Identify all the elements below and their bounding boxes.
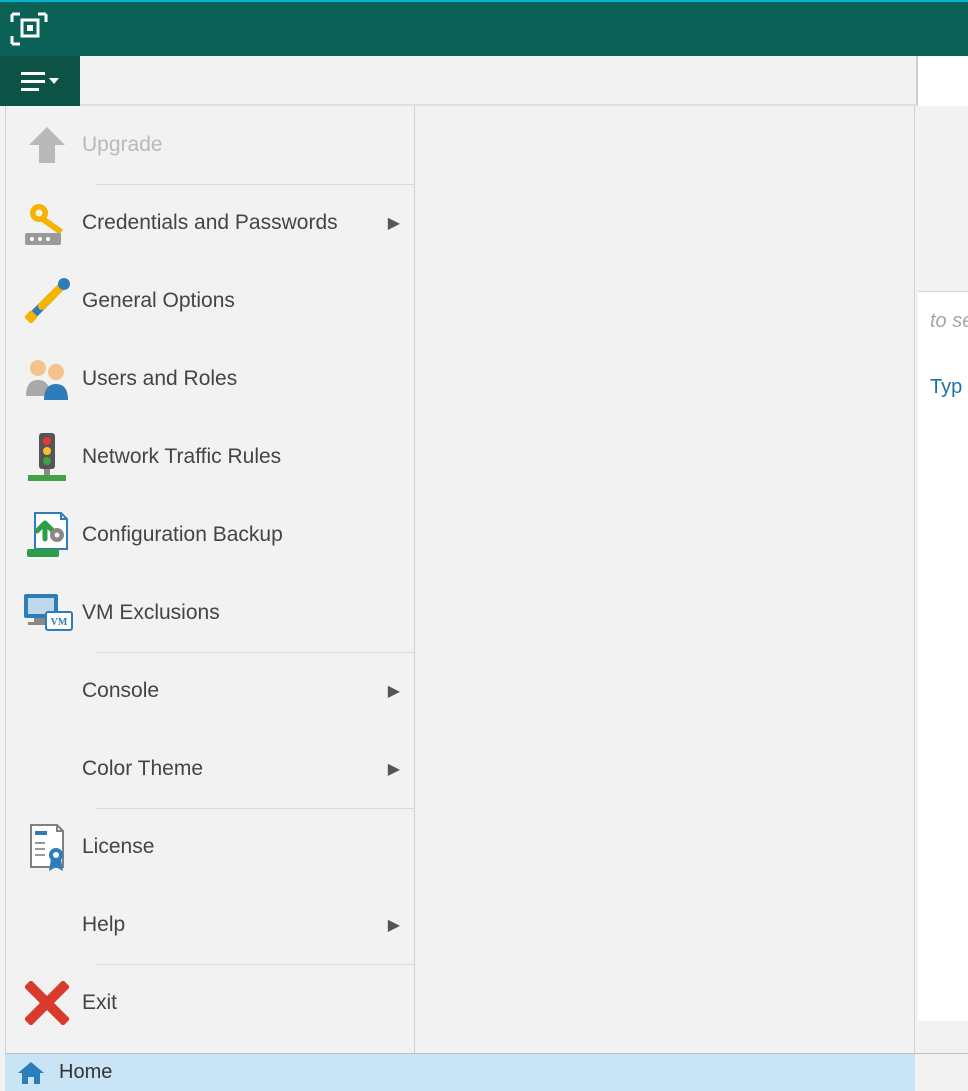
menu-item-exit[interactable]: Exit (6, 964, 414, 1042)
menu-item-network-traffic[interactable]: Network Traffic Rules (6, 418, 414, 496)
menu-item-label: Network Traffic Rules (82, 445, 400, 469)
menu-item-label: Help (82, 913, 382, 937)
menu-item-general-options[interactable]: General Options (6, 262, 414, 340)
application-menu-submenu-area (414, 106, 914, 1055)
svg-text:VM: VM (51, 617, 68, 628)
nav-item-label: Home (59, 1061, 112, 1084)
menu-item-label: Users and Roles (82, 367, 400, 391)
blank-icon (12, 739, 82, 799)
title-bar (0, 2, 968, 56)
menu-item-label: License (82, 835, 400, 859)
menu-item-color-theme[interactable]: Color Theme ▶ (6, 730, 414, 808)
chevron-right-icon: ▶ (382, 915, 400, 935)
menu-item-label: General Options (82, 289, 400, 313)
chevron-right-icon: ▶ (382, 759, 400, 779)
tools-icon (12, 271, 82, 331)
close-icon (12, 973, 82, 1033)
traffic-light-icon (12, 427, 82, 487)
menu-item-config-backup[interactable]: Configuration Backup (6, 496, 414, 574)
menu-item-label: Color Theme (82, 757, 382, 781)
license-icon (12, 817, 82, 877)
application-menu-items: Upgrade Credentials and Passwords ▶ (6, 106, 414, 1055)
nav-bar: Home (5, 1053, 968, 1091)
menu-item-console[interactable]: Console ▶ (6, 652, 414, 730)
menu-item-label: VM Exclusions (82, 601, 400, 625)
menu-item-help[interactable]: Help ▶ (6, 886, 414, 964)
menu-item-users-roles[interactable]: Users and Roles (6, 340, 414, 418)
chevron-right-icon: ▶ (382, 213, 400, 233)
menu-item-credentials[interactable]: Credentials and Passwords ▶ (6, 184, 414, 262)
blank-icon (12, 895, 82, 955)
chevron-down-icon (49, 78, 59, 84)
menu-item-label: Upgrade (82, 133, 400, 157)
hamburger-icon (21, 72, 45, 91)
ribbon-strip (0, 56, 968, 106)
menu-item-label: Configuration Backup (82, 523, 400, 547)
menu-item-vm-exclusions[interactable]: VM VM Exclusions (6, 574, 414, 652)
column-header-type[interactable]: Typ (930, 376, 962, 399)
users-icon (12, 349, 82, 409)
blank-icon (12, 661, 82, 721)
application-menu: Upgrade Credentials and Passwords ▶ (5, 106, 915, 1056)
search-placeholder-text: to se (930, 310, 968, 333)
nav-item-home[interactable]: Home (5, 1054, 915, 1091)
config-backup-icon (12, 505, 82, 565)
menu-item-license[interactable]: License (6, 808, 414, 886)
arrow-up-icon (12, 115, 82, 175)
main-menu-button[interactable] (0, 56, 80, 106)
menu-item-label: Console (82, 679, 382, 703)
menu-item-upgrade: Upgrade (6, 106, 414, 184)
key-icon (12, 193, 82, 253)
content-panel: to se Typ (918, 291, 968, 1021)
menu-item-label: Credentials and Passwords (82, 211, 382, 235)
menu-item-label: Exit (82, 991, 400, 1015)
vm-icon: VM (12, 583, 82, 643)
ribbon-blank-area (80, 56, 918, 106)
app-logo-icon (8, 10, 50, 48)
home-icon (11, 1060, 51, 1086)
chevron-right-icon: ▶ (382, 681, 400, 701)
